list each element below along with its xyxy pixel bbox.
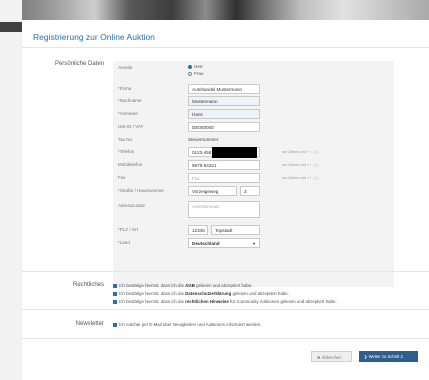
row-vorname: *Vorname Hans bbox=[113, 109, 394, 121]
datenschutz-link[interactable]: Datenschutzerklärung bbox=[185, 291, 231, 296]
checkbox-checked-icon bbox=[113, 291, 117, 296]
adresszusatz-input[interactable]: Adresszusatz bbox=[188, 201, 260, 218]
plz-input[interactable]: 12345 bbox=[188, 225, 208, 235]
row-plz: *PLZ / Ort 12345 Topstadt bbox=[113, 225, 394, 237]
row-taxno: Tax No. Steuernummer bbox=[113, 135, 394, 147]
row-anrede: Anrede Herr Frau bbox=[113, 63, 394, 76]
next-step-button[interactable]: ❯ Weiter zu Schritt 2 bbox=[359, 351, 418, 362]
section-label-newsletter: Newsletter bbox=[75, 321, 104, 327]
row-ustid: USt-ID / VAT DE000000 bbox=[113, 122, 394, 134]
label-land: *Land bbox=[118, 240, 130, 245]
section-label-personal: Persönliche Daten bbox=[54, 61, 104, 67]
label-vorname: *Vorname bbox=[118, 111, 138, 116]
label-nachname: *Nachname bbox=[118, 98, 142, 103]
taxno-value: Steuernummer bbox=[188, 137, 219, 142]
agb-link[interactable]: AGB bbox=[185, 283, 195, 288]
section-divider bbox=[22, 309, 429, 310]
label-mobil: Mobiltelefon bbox=[118, 162, 143, 167]
label-telefon: *Telefon bbox=[118, 149, 135, 154]
ort-input[interactable]: Topstadt bbox=[211, 225, 260, 235]
cancel-button[interactable]: ✖ Abbrechen bbox=[311, 351, 352, 362]
label-strasse: *Straße / Hausnummer bbox=[118, 188, 165, 193]
radio-unchecked-icon bbox=[188, 71, 192, 76]
row-mobil: Mobiltelefon 9876-54321 nur Zahlen und +… bbox=[113, 160, 394, 172]
checkbox-checked-icon bbox=[113, 283, 117, 288]
label-ustid: USt-ID / VAT bbox=[118, 124, 144, 129]
row-strasse: *Straße / Hausnummer Vorzeigeweg 3 bbox=[113, 186, 394, 198]
checkbox-checked-icon bbox=[113, 299, 117, 304]
sidebar-dark-block bbox=[0, 22, 22, 32]
left-sidebar-edge bbox=[0, 0, 22, 380]
section-divider bbox=[22, 338, 429, 339]
firma-input[interactable]: Autohandel Mustermann bbox=[188, 84, 260, 94]
radio-frau[interactable]: Frau bbox=[188, 71, 203, 76]
page-title: Registrierung zur Online Auktion bbox=[33, 32, 155, 42]
radio-herr[interactable]: Herr bbox=[188, 64, 203, 69]
label-taxno: Tax No. bbox=[118, 137, 134, 142]
fax-input[interactable]: Fax bbox=[188, 173, 260, 183]
title-divider bbox=[22, 47, 429, 48]
radio-checked-icon bbox=[188, 64, 192, 69]
row-nachname: *Nachname Mustermann bbox=[113, 96, 394, 108]
telefon-hint: nur Zahlen und + / - ( ) bbox=[282, 150, 318, 154]
strasse-input[interactable]: Vorzeigeweg bbox=[188, 186, 237, 196]
personal-data-form: Anrede Herr Frau *Firma Autohandel Muste… bbox=[113, 61, 394, 287]
row-land: *Land Deutschland ▼ bbox=[113, 238, 394, 250]
section-divider bbox=[22, 271, 429, 272]
background-photo bbox=[0, 0, 429, 22]
label-fax: Fax bbox=[118, 175, 126, 180]
fax-hint: nur Zahlen und + / - ( ) bbox=[282, 176, 318, 180]
redaction-block bbox=[212, 147, 257, 158]
checkbox-datenschutz[interactable]: Ich bestätige hiermit, dass ich die Date… bbox=[113, 291, 289, 296]
label-adresszusatz: Adresszusatz bbox=[118, 203, 146, 208]
checkbox-agb[interactable]: Ich bestätige hiermit, dass ich die AGB … bbox=[113, 283, 253, 288]
row-adresszusatz: Adresszusatz Adresszusatz bbox=[113, 201, 394, 219]
land-select[interactable]: Deutschland ▼ bbox=[188, 238, 260, 248]
vorname-input[interactable]: Hans bbox=[188, 109, 260, 119]
hausnummer-input[interactable]: 3 bbox=[240, 186, 260, 196]
checkbox-hinweise[interactable]: Ich bestätige hiermit, dass ich die rech… bbox=[113, 299, 337, 304]
checkbox-newsletter[interactable]: Ich möchte per E-Mail über Neuigkeiten u… bbox=[113, 322, 262, 327]
label-firma: *Firma bbox=[118, 86, 132, 91]
section-label-legal: Rechtliches bbox=[72, 282, 104, 288]
registration-card: Registrierung zur Online Auktion Persönl… bbox=[22, 20, 429, 380]
label-anrede: Anrede bbox=[118, 65, 133, 70]
row-firma: *Firma Autohandel Mustermann bbox=[113, 84, 394, 96]
ustid-input[interactable]: DE000000 bbox=[188, 122, 260, 132]
mobil-hint: nur Zahlen und + / - ( ) bbox=[282, 163, 318, 167]
hinweise-link[interactable]: rechtlichen Hinweise bbox=[185, 299, 229, 304]
nachname-input[interactable]: Mustermann bbox=[188, 96, 260, 106]
label-plz: *PLZ / Ort bbox=[118, 227, 139, 232]
mobil-input[interactable]: 9876-54321 bbox=[188, 160, 260, 170]
checkbox-checked-icon bbox=[113, 322, 117, 327]
chevron-down-icon: ▼ bbox=[252, 241, 256, 246]
row-fax: Fax Fax nur Zahlen und + / - ( ) bbox=[113, 173, 394, 185]
